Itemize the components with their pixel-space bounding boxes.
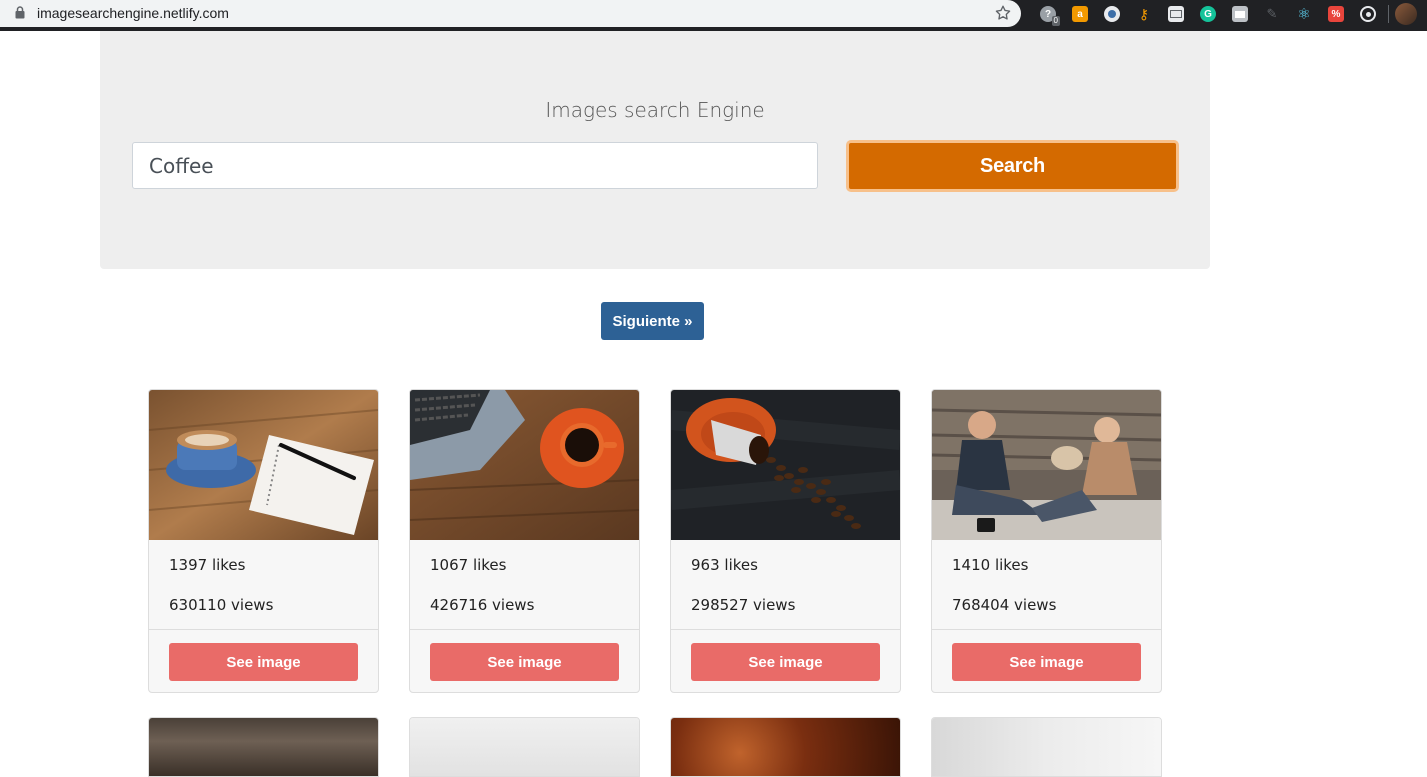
result-card-partial	[409, 717, 640, 777]
result-image[interactable]	[149, 390, 378, 540]
extension-circle-icon[interactable]	[1096, 4, 1128, 24]
extension-badge: 0	[1051, 16, 1060, 26]
address-bar[interactable]: imagesearchengine.netlify.com	[0, 0, 1021, 27]
toolbar-separator	[1388, 5, 1389, 23]
result-card: 963 likes 298527 views See image	[670, 389, 901, 693]
search-panel: Images search Engine Search	[100, 31, 1210, 269]
result-image[interactable]	[410, 718, 639, 776]
card-divider	[410, 629, 639, 630]
see-image-button[interactable]: See image	[952, 643, 1141, 681]
extension-pen-icon[interactable]: ✎	[1256, 4, 1288, 24]
extension-window-icon[interactable]	[1224, 4, 1256, 24]
result-card-partial	[148, 717, 379, 777]
extension-target-icon[interactable]	[1352, 4, 1384, 24]
lock-icon	[15, 6, 25, 19]
react-devtools-icon[interactable]: ⚛	[1288, 4, 1320, 24]
card-divider	[932, 629, 1161, 630]
views-count: 630110 views	[169, 596, 274, 614]
views-count: 426716 views	[430, 596, 535, 614]
result-image[interactable]	[671, 390, 900, 540]
result-card: 1410 likes 768404 views See image	[931, 389, 1162, 693]
views-count: 768404 views	[952, 596, 1057, 614]
card-divider	[671, 629, 900, 630]
extensions-bar: ? 0 a ⚷ G ✎ ⚛ %	[1032, 3, 1417, 26]
see-image-button[interactable]: See image	[169, 643, 358, 681]
see-image-button[interactable]: See image	[430, 643, 619, 681]
result-card-partial	[931, 717, 1162, 777]
card-divider	[149, 629, 378, 630]
result-card: 1067 likes 426716 views See image	[409, 389, 640, 693]
result-image[interactable]	[410, 390, 639, 540]
result-image[interactable]	[149, 718, 378, 776]
search-button[interactable]: Search	[846, 140, 1179, 192]
result-image[interactable]	[932, 390, 1161, 540]
likes-count: 1410 likes	[952, 556, 1029, 574]
next-page-button[interactable]: Siguiente »	[601, 302, 704, 340]
page-title: Images search Engine	[545, 98, 765, 122]
result-image[interactable]	[671, 718, 900, 776]
extension-bag-icon[interactable]: a	[1064, 4, 1096, 24]
profile-avatar[interactable]	[1395, 3, 1417, 25]
likes-count: 1067 likes	[430, 556, 507, 574]
extension-mail-icon[interactable]	[1160, 4, 1192, 24]
extension-percent-icon[interactable]: %	[1320, 4, 1352, 24]
likes-count: 963 likes	[691, 556, 758, 574]
see-image-button[interactable]: See image	[691, 643, 880, 681]
views-count: 298527 views	[691, 596, 796, 614]
grammarly-icon[interactable]: G	[1192, 4, 1224, 24]
result-card: 1397 likes 630110 views See image	[148, 389, 379, 693]
result-card-partial	[670, 717, 901, 777]
extension-key-icon[interactable]: ⚷	[1128, 4, 1160, 24]
search-input[interactable]	[132, 142, 818, 189]
bookmark-star-icon[interactable]	[994, 4, 1012, 22]
likes-count: 1397 likes	[169, 556, 246, 574]
url-text: imagesearchengine.netlify.com	[37, 5, 229, 21]
result-image[interactable]	[932, 718, 1161, 776]
extension-help-icon[interactable]: ? 0	[1032, 4, 1064, 26]
